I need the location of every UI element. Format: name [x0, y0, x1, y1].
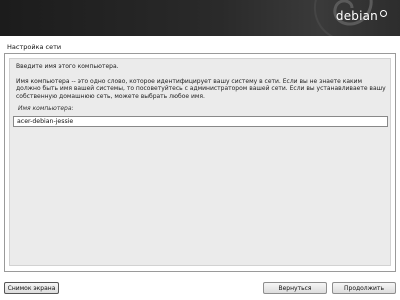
hostname-label: Имя компьютера: [18, 105, 74, 112]
header-banner: debian [0, 0, 400, 36]
main-panel: Введите имя этого компьютера. Имя компью… [4, 53, 396, 272]
question-prompt: Введите имя этого компьютера. [16, 63, 119, 70]
debian-logo: debian [336, 9, 387, 23]
continue-button[interactable]: Продолжить [332, 282, 396, 294]
hostname-input[interactable] [13, 116, 388, 127]
debian-mark-icon [380, 10, 387, 17]
page-title: Настройка сети [7, 43, 62, 51]
logo-text: debian [335, 9, 378, 23]
back-button[interactable]: Вернуться [263, 282, 327, 294]
question-box: Введите имя этого компьютера. Имя компью… [9, 58, 391, 266]
question-description: Имя компьютера -- это одно слово, которо… [16, 78, 386, 100]
screenshot-button[interactable]: Снимок экрана [4, 282, 59, 294]
